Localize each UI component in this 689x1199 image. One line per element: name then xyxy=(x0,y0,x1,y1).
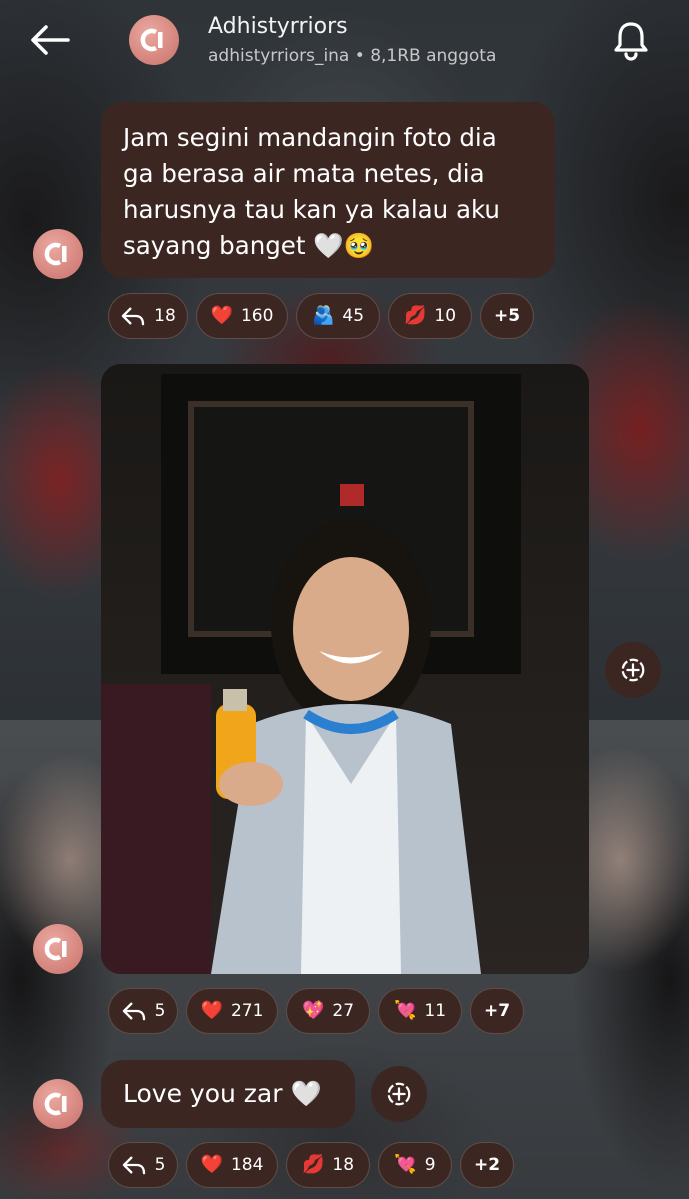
reaction-chip[interactable]: 💋 18 xyxy=(286,1142,370,1188)
arrow-left-icon xyxy=(31,25,70,55)
more-reactions-chip[interactable]: +7 xyxy=(470,988,524,1034)
reaction-chip[interactable]: ❤️ 184 xyxy=(186,1142,278,1188)
reaction-bar: 5 ❤️ 271 💖 27 💘 11 +7 xyxy=(108,988,524,1034)
reaction-chip[interactable]: ❤️ 160 xyxy=(196,293,288,339)
reply-icon xyxy=(122,1002,145,1021)
reaction-count: 10 xyxy=(434,306,457,326)
kiss-emoji-icon: 💋 xyxy=(301,1154,325,1175)
group-logo-icon xyxy=(44,242,67,266)
group-avatar[interactable] xyxy=(129,15,179,65)
heart-emoji-icon: ❤️ xyxy=(200,1000,223,1021)
group-logo-icon xyxy=(44,1092,67,1116)
reply-count: 5 xyxy=(154,1001,166,1021)
reply-icon xyxy=(121,307,145,326)
reaction-chip[interactable]: 💘 9 xyxy=(378,1142,452,1188)
group-meta: adhistyrriors_ina • 8,1RB anggota xyxy=(208,46,497,66)
sender-avatar[interactable] xyxy=(33,924,83,974)
reaction-chip[interactable]: 💖 27 xyxy=(286,988,370,1034)
sparkling-heart-emoji-icon: 💖 xyxy=(301,1000,325,1021)
heart-arrow-emoji-icon: 💘 xyxy=(393,1000,417,1021)
reaction-count: 160 xyxy=(240,306,274,326)
reply-count: 18 xyxy=(154,306,176,326)
reaction-count: 271 xyxy=(230,1001,264,1021)
reaction-chip[interactable]: ❤️ 271 xyxy=(186,988,278,1034)
bell-icon xyxy=(614,22,648,61)
reaction-count: 11 xyxy=(424,1001,447,1021)
heart-emoji-icon: ❤️ xyxy=(200,1154,223,1175)
back-button[interactable] xyxy=(28,22,72,58)
sender-avatar[interactable] xyxy=(33,229,83,279)
heart-arrow-emoji-icon: 💘 xyxy=(394,1154,417,1175)
reaction-count: 45 xyxy=(342,306,365,326)
add-reaction-icon xyxy=(387,1082,411,1106)
group-logo-icon xyxy=(140,28,163,52)
reply-icon xyxy=(122,1156,145,1175)
reaction-chip[interactable]: 💘 11 xyxy=(378,988,462,1034)
group-logo-icon xyxy=(44,937,67,961)
kiss-emoji-icon: 💋 xyxy=(403,305,427,326)
add-reaction-icon xyxy=(621,658,645,682)
reaction-bar: 18 ❤️ 160 🫂 45 💋 10 +5 xyxy=(108,293,534,339)
more-reactions-chip[interactable]: +5 xyxy=(480,293,534,339)
heart-emoji-icon: ❤️ xyxy=(210,305,233,326)
message-bubble[interactable]: Jam segini mandangin foto dia ga berasa … xyxy=(101,102,555,278)
reaction-chip[interactable]: 🫂 45 xyxy=(296,293,380,339)
reaction-bar: 5 ❤️ 184 💋 18 💘 9 +2 xyxy=(108,1142,514,1188)
group-title[interactable]: Adhistyrriors xyxy=(208,14,348,39)
message-photo[interactable] xyxy=(101,364,589,974)
reaction-count: 27 xyxy=(332,1001,355,1021)
reply-count-chip[interactable]: 5 xyxy=(108,988,178,1034)
reply-count-chip[interactable]: 5 xyxy=(108,1142,178,1188)
reaction-count: 184 xyxy=(230,1155,264,1175)
reaction-count: 18 xyxy=(332,1155,355,1175)
sender-avatar[interactable] xyxy=(33,1079,83,1129)
add-reaction-button[interactable] xyxy=(371,1066,427,1122)
more-reactions-chip[interactable]: +2 xyxy=(460,1142,514,1188)
hug-emoji-icon: 🫂 xyxy=(311,305,335,326)
reply-count-chip[interactable]: 18 xyxy=(108,293,188,339)
notification-button[interactable] xyxy=(609,18,653,62)
reaction-count: 9 xyxy=(424,1155,436,1175)
reaction-chip[interactable]: 💋 10 xyxy=(388,293,472,339)
photo-image xyxy=(101,364,589,974)
message-bubble[interactable]: Love you zar 🤍 xyxy=(101,1060,355,1128)
add-reaction-button[interactable] xyxy=(605,642,661,698)
reply-count: 5 xyxy=(154,1155,166,1175)
